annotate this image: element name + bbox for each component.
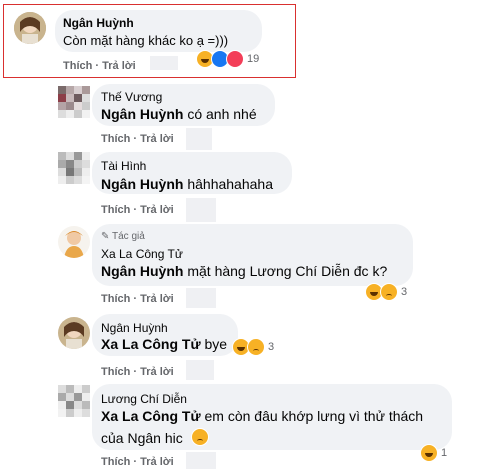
comment-text-line2: của Ngân hic — [101, 428, 209, 446]
reaction-summary[interactable]: 3 — [232, 338, 274, 356]
reaction-summary[interactable]: 19 — [196, 50, 259, 68]
comment-text: Ngân Huỳnh mặt hàng Lương Chí Diễn đc k? — [101, 263, 388, 279]
comment-author[interactable]: Xa La Công Tử — [101, 247, 183, 261]
like-button[interactable]: Thích — [101, 456, 130, 468]
mention-link[interactable]: Xa La Công Tử — [101, 336, 201, 352]
reply-button[interactable]: Trả lời — [140, 293, 174, 305]
comment-text: Xa La Công Tử em còn đâu khớp lưng vì th… — [101, 408, 424, 424]
sad-icon — [380, 283, 398, 301]
comment-text: Ngân Huỳnh có anh nhé — [101, 106, 257, 122]
mention-link[interactable]: Ngân Huỳnh — [101, 176, 183, 192]
reaction-summary[interactable]: 1 — [420, 444, 447, 462]
avatar[interactable] — [58, 152, 90, 184]
comment-author[interactable]: Lương Chí Diễn — [101, 392, 187, 406]
comment-text: Ngân Huỳnh hâhhahahaha — [101, 176, 273, 192]
comment-author[interactable]: Ngân Huỳnh — [101, 321, 168, 335]
avatar[interactable] — [14, 12, 46, 44]
comment-actions: Thích · Trả lời — [101, 133, 174, 145]
mention-link[interactable]: Xa La Công Tử — [101, 408, 201, 424]
avatar[interactable] — [58, 385, 90, 417]
love-icon — [226, 50, 244, 68]
like-button[interactable]: Thích — [101, 204, 130, 216]
comment-text: Còn mặt hàng khác ko ạ =))) — [63, 33, 229, 48]
comment-actions: Thích · Trả lời — [101, 204, 174, 216]
blur-patch — [150, 56, 178, 70]
blur-patch — [186, 360, 214, 380]
comment-actions: Thích · Trả lời — [101, 366, 174, 378]
blur-patch — [186, 128, 212, 150]
like-button[interactable]: Thích — [63, 60, 92, 72]
comment-text: Xa La Công Tử bye — [101, 336, 228, 352]
comment-actions: Thích · Trả lời — [63, 60, 136, 72]
reaction-count: 19 — [247, 53, 260, 65]
reaction-summary[interactable]: 3 — [365, 283, 407, 301]
reply-button[interactable]: Trả lời — [140, 133, 174, 145]
comment-actions: Thích · Trả lời — [101, 456, 174, 468]
avatar[interactable] — [58, 226, 90, 258]
blur-patch — [186, 288, 216, 308]
comment-author[interactable]: Tài Hình — [101, 159, 146, 173]
reply-button[interactable]: Trả lời — [140, 366, 174, 378]
avatar[interactable] — [58, 317, 90, 349]
comment-actions: Thích · Trả lời — [101, 293, 174, 305]
reaction-count: 3 — [268, 341, 275, 353]
blur-patch — [186, 198, 216, 222]
mention-link[interactable]: Ngân Huỳnh — [101, 106, 183, 122]
author-badge: ✎ Tác giả — [101, 231, 145, 242]
avatar[interactable] — [58, 86, 90, 118]
like-button[interactable]: Thích — [101, 366, 130, 378]
reply-button[interactable]: Trả lời — [140, 456, 174, 468]
reply-button[interactable]: Trả lời — [102, 60, 136, 72]
haha-icon — [420, 444, 438, 462]
like-button[interactable]: Thích — [101, 293, 130, 305]
reaction-count: 3 — [401, 286, 408, 298]
comment-author[interactable]: Ngân Huỳnh — [63, 16, 134, 30]
blur-patch — [186, 452, 216, 469]
pencil-icon: ✎ — [101, 231, 110, 242]
reaction-count: 1 — [441, 447, 448, 459]
comment-author[interactable]: Thế Vương — [101, 90, 162, 104]
like-button[interactable]: Thích — [101, 133, 130, 145]
sad-icon — [247, 338, 265, 356]
reply-button[interactable]: Trả lời — [140, 204, 174, 216]
mention-link[interactable]: Ngân Huỳnh — [101, 263, 183, 279]
sad-icon — [190, 428, 209, 446]
